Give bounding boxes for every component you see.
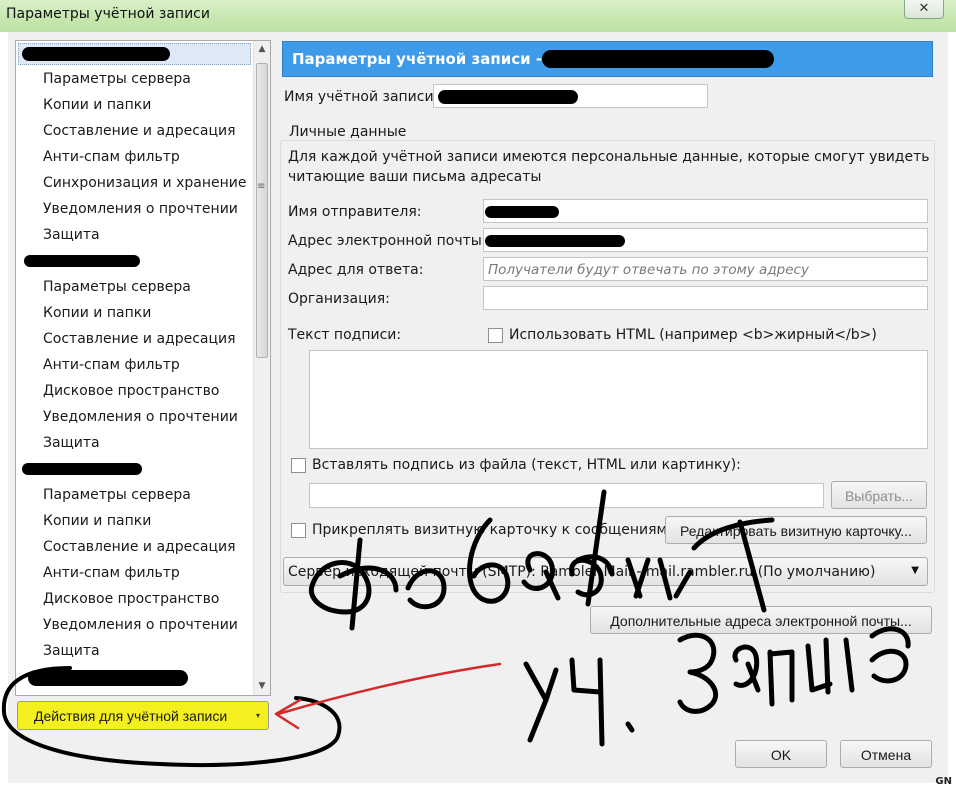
organization-label: Организация: (288, 291, 390, 307)
window-titlebar: Параметры учётной записи ✕ (0, 0, 956, 32)
scroll-grip-icon: ≡ (257, 181, 266, 192)
tree-item[interactable]: Параметры сервера (43, 71, 191, 87)
chevron-down-icon: ▼ (911, 565, 919, 576)
sender-name-label: Имя отправителя: (288, 204, 422, 220)
scrollbar-thumb[interactable] (256, 63, 268, 358)
personal-data-legend: Личные данные (287, 124, 409, 140)
tree-item[interactable]: Копии и папки (43, 97, 151, 113)
email-label: Адрес электронной почты: (288, 233, 487, 249)
reply-to-placeholder: Получатели будут отвечать по этому адрес… (488, 262, 809, 278)
use-html-label[interactable]: Использовать HTML (например <b>жирный</b… (509, 327, 877, 343)
tree-scrollbar[interactable]: ▲ ≡ ▼ (253, 41, 270, 695)
account-actions-label: Действия для учётной записи (34, 708, 228, 724)
redacted-sender-name (485, 206, 559, 218)
tree-item[interactable]: Составление и адресация (43, 123, 236, 139)
redacted-account-name[interactable] (24, 255, 140, 267)
scroll-down-icon[interactable]: ▼ (254, 678, 270, 695)
edit-vcard-button[interactable]: Редактировать визитную карточку... (665, 516, 927, 544)
redacted-account-name (22, 47, 170, 61)
redacted-header-account (542, 50, 774, 68)
personal-data-description: Для каждой учётной записи имеются персон… (288, 149, 930, 165)
signature-file-field[interactable] (309, 483, 824, 508)
signature-label: Текст подписи: (288, 327, 402, 343)
watermark: GN (935, 776, 952, 787)
tree-item[interactable]: Уведомления о прочтении (43, 201, 238, 217)
window-title: Параметры учётной записи (6, 6, 210, 22)
reply-to-label: Адрес для ответа: (288, 262, 424, 278)
scroll-up-icon[interactable]: ▲ (254, 41, 270, 58)
chevron-down-icon: ▾ (255, 711, 260, 720)
account-actions-button[interactable]: Действия для учётной записи ▾ (17, 701, 269, 730)
tree-item[interactable]: Уведомления о прочтении (43, 617, 238, 633)
smtp-server-value: Сервер исходящей почты (SMTP): Rambler M… (288, 564, 876, 580)
cancel-button[interactable]: Отмена (840, 740, 932, 768)
tree-item[interactable]: Анти-спам фильтр (43, 149, 180, 165)
personal-data-description-2: читающие ваши письма адресаты (288, 169, 542, 185)
attach-signature-checkbox[interactable] (291, 458, 306, 473)
tree-item[interactable]: Анти-спам фильтр (43, 357, 180, 373)
tree-item[interactable]: Анти-спам фильтр (43, 565, 180, 581)
signature-textarea[interactable] (309, 350, 928, 449)
tree-item[interactable]: Дисковое пространство (43, 383, 219, 399)
tree-item[interactable]: Копии и папки (43, 305, 151, 321)
tree-item[interactable]: Уведомления о прочтении (43, 409, 238, 425)
ok-button[interactable]: OK (735, 740, 827, 768)
attach-signature-label[interactable]: Вставлять подпись из файла (текст, HTML … (312, 457, 741, 473)
attach-vcard-checkbox[interactable] (291, 523, 306, 538)
redacted-email (485, 235, 625, 247)
tree-item[interactable]: Параметры сервера (43, 487, 191, 503)
use-html-checkbox[interactable] (488, 328, 503, 343)
close-button[interactable]: ✕ (904, 0, 944, 19)
additional-addresses-button[interactable]: Дополнительные адреса электронной почты.… (590, 606, 932, 634)
redacted-account-name[interactable] (22, 463, 142, 475)
tree-item[interactable]: Синхронизация и хранение (43, 175, 246, 191)
redacted-account-name[interactable] (28, 670, 188, 686)
smtp-server-select[interactable]: Сервер исходящей почты (SMTP): Rambler M… (283, 557, 928, 586)
tree-item[interactable]: Составление и адресация (43, 331, 236, 347)
choose-file-button[interactable]: Выбрать... (831, 481, 927, 509)
redacted-account-name-value (438, 90, 578, 104)
tree-item[interactable]: Дисковое пространство (43, 591, 219, 607)
tree-item[interactable]: Защита (43, 643, 100, 659)
attach-vcard-label[interactable]: Прикреплять визитную карточку к сообщени… (312, 522, 667, 538)
organization-field[interactable] (483, 286, 928, 310)
tree-item[interactable]: Параметры сервера (43, 279, 191, 295)
settings-header-title: Параметры учётной записи - (292, 50, 543, 68)
tree-item[interactable]: Составление и адресация (43, 539, 236, 555)
account-name-label: Имя учётной записи: (284, 89, 439, 105)
tree-item[interactable]: Защита (43, 227, 100, 243)
tree-item[interactable]: Защита (43, 435, 100, 451)
tree-item[interactable]: Копии и папки (43, 513, 151, 529)
reply-to-field[interactable]: Получатели будут отвечать по этому адрес… (483, 257, 928, 281)
